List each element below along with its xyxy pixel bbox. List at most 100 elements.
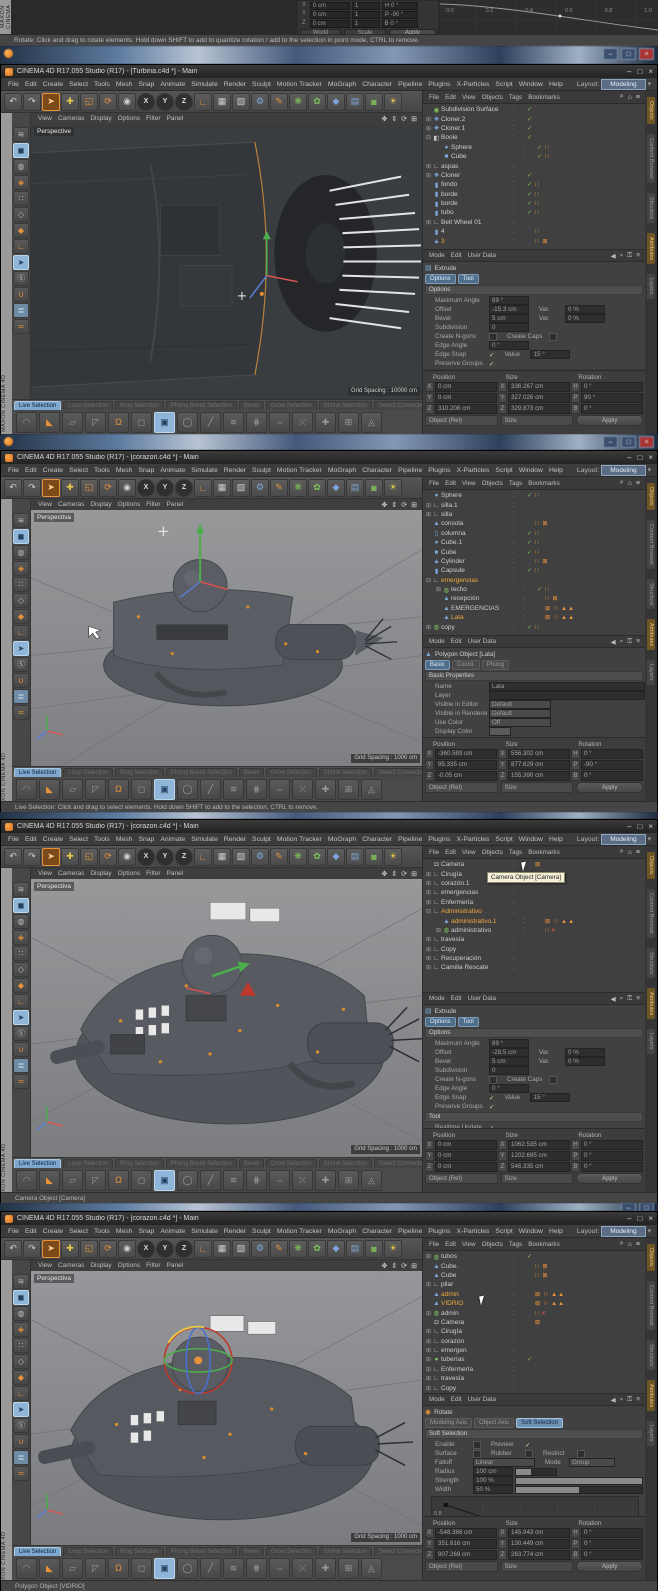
visibility-dots-icon[interactable]: ⁚ (513, 511, 527, 518)
expander-icon[interactable]: ⊟ (425, 134, 432, 141)
object-label[interactable]: Cloner.1 (441, 125, 513, 132)
tab-layers[interactable]: Layers (647, 1421, 655, 1446)
menu-item[interactable]: Character (359, 836, 395, 843)
modeling-tool-icon[interactable]: ╱ (200, 1169, 221, 1191)
object-row[interactable]: ◘ Camera ⁚ ⊠ (423, 860, 645, 869)
search-icon[interactable]: ⌕ (618, 479, 626, 487)
create-ngons-checkbox[interactable] (489, 1075, 497, 1084)
visibility-dots-icon[interactable]: ⁚ (513, 181, 527, 188)
selection-tab[interactable]: Bevel (238, 1547, 264, 1556)
object-tags[interactable]: ∷ (535, 209, 540, 216)
light-icon[interactable]: ☀ (384, 478, 402, 497)
object-label[interactable]: Administrativo (441, 908, 513, 915)
menu-item[interactable]: Character (359, 81, 395, 88)
object-label[interactable]: Cloner (441, 172, 513, 179)
object-label[interactable]: silla (441, 511, 513, 518)
modeling-tool-icon[interactable]: ◸ (85, 411, 106, 433)
settings-icon[interactable]: ≡ (634, 995, 642, 1002)
size-z-field[interactable]: 155.390 cm (508, 771, 570, 781)
visibility-dots-icon[interactable]: ⁚ (513, 1347, 527, 1354)
enabled-check-icon[interactable]: ✓ (537, 144, 545, 151)
menu-item[interactable]: Motion Tracker (274, 1228, 325, 1235)
maximum-angle-field[interactable]: 89 ° (489, 296, 529, 305)
modeling-tool-icon[interactable]: ◻ (131, 778, 152, 800)
object-row[interactable]: ▲ Cube. ⁚ ∷ ⊠ (423, 1261, 645, 1270)
magnet-icon[interactable]: ∪ (13, 287, 29, 302)
model-mode-icon[interactable]: ◼ (13, 143, 29, 158)
menu-item[interactable]: File (5, 836, 22, 843)
object-tags[interactable]: ∷ ⊠ (535, 1272, 549, 1279)
menu-item[interactable]: Script (492, 1228, 515, 1235)
search-icon[interactable]: ⌕ (618, 848, 626, 856)
om-menu-item[interactable]: Edit (442, 480, 459, 487)
undo-icon[interactable]: ↶ (4, 847, 22, 866)
array-icon[interactable]: ▤ (346, 847, 364, 866)
camera-icon[interactable]: ◙ (365, 92, 383, 111)
settings-icon[interactable]: ≡ (634, 252, 642, 259)
move-icon[interactable]: ✚ (61, 478, 79, 497)
lock-z-icon[interactable]: Z (175, 847, 193, 866)
modeling-tool-icon[interactable]: ⇔ (269, 1557, 290, 1579)
preserve-groups-check-icon[interactable]: ✓ (489, 1103, 494, 1111)
redo-icon[interactable]: ↷ (23, 92, 41, 111)
tab-attributes[interactable]: Attributes (647, 987, 655, 1020)
array-icon[interactable]: ▤ (346, 92, 364, 111)
modeling-tool-icon[interactable]: ◻ (131, 1557, 152, 1579)
model-mode-icon[interactable]: ◼ (13, 1290, 29, 1305)
om-menu-item[interactable]: File (426, 849, 442, 856)
scale-icon[interactable]: ◱ (80, 478, 98, 497)
lock-z-icon[interactable]: Z (175, 92, 193, 111)
size-y-field[interactable]: 877.629 cm (508, 760, 570, 770)
modeling-tool-icon[interactable]: ◻ (131, 1169, 152, 1191)
live-selection-icon[interactable]: ➤ (42, 92, 60, 111)
object-row[interactable]: ▲ Cube ⁚ ∷ ⊠ (423, 1271, 645, 1280)
create-ngons-checkbox[interactable] (489, 332, 497, 341)
viewport-menu-item[interactable]: Cameras (55, 115, 87, 122)
menu-item[interactable]: Character (359, 467, 395, 474)
simulate-icon[interactable]: ◆ (327, 478, 345, 497)
selection-tab[interactable]: Grow Selection (265, 768, 317, 777)
object-tags[interactable]: ∷ (535, 624, 540, 631)
modeling-tool-icon[interactable]: ╱ (200, 411, 221, 433)
material-icon[interactable]: ✎ (270, 1239, 288, 1258)
expander-icon[interactable]: ⊞ (425, 936, 432, 943)
object-tags[interactable]: ∷ ⊠ (535, 1263, 549, 1270)
enabled-check-icon[interactable]: ✓ (527, 1356, 535, 1363)
snap-icon[interactable]: Ⓢ (13, 271, 29, 286)
object-row[interactable]: ⊞ ◍ tubos ⁚ ✓ (423, 1252, 645, 1261)
object-label[interactable]: copy (441, 624, 513, 631)
selection-tab[interactable]: Bevel (238, 1159, 264, 1168)
expander-icon[interactable]: ⊟ (425, 577, 432, 584)
menu-item[interactable]: Mesh (113, 836, 136, 843)
rotate-icon[interactable]: ⟳ (99, 847, 117, 866)
expander-icon[interactable]: ⊞ (425, 889, 432, 896)
expander-icon[interactable]: ⊞ (425, 1385, 432, 1392)
object-row[interactable]: ◉ Subdivision Surface ⁚ ✓ (423, 105, 645, 114)
object-label[interactable]: administrativo (451, 927, 523, 934)
object-label[interactable]: pilar (441, 1281, 513, 1288)
position-x-field[interactable]: -360.589 cm (435, 749, 497, 759)
texture-mode-icon[interactable]: ◍ (13, 1306, 29, 1321)
section-header[interactable]: Options (425, 1028, 643, 1038)
object-row[interactable]: ⊞ ◍ copy ⁚ ✓ ∷ (423, 622, 645, 632)
workplane-icon[interactable]: ∟ (194, 92, 212, 111)
width-slider[interactable] (515, 1485, 643, 1494)
om-menu-item[interactable]: Bookmarks (525, 849, 563, 856)
tweak-mode-icon[interactable]: ➤ (13, 255, 29, 270)
om-menu-item[interactable]: File (426, 1241, 442, 1248)
menu-item[interactable]: Snap (135, 1228, 157, 1235)
om-menu-item[interactable]: Tags (506, 480, 525, 487)
om-menu-item[interactable]: Bookmarks (525, 94, 563, 101)
uv-mode-icon[interactable]: ◈ (13, 930, 29, 945)
object-row[interactable]: ▲ consola ⁚ ∷ ⊠ (423, 519, 645, 528)
modeling-tool-icon[interactable]: ⊞ (338, 1557, 359, 1579)
viewport-menu-item[interactable]: Display (87, 115, 114, 122)
viewport-menu-item[interactable]: Cameras (55, 501, 87, 508)
mograph-icon[interactable]: ✿ (308, 1239, 326, 1258)
pan-view-icon[interactable]: ✥ (380, 501, 390, 509)
modeling-tool-icon[interactable]: ◬ (361, 411, 382, 433)
rotation-p-field[interactable]: 90 ° (581, 393, 643, 403)
object-tags[interactable]: ∷ ⊠ (545, 595, 559, 602)
workplane-icon[interactable]: ∟ (194, 1239, 212, 1258)
object-label[interactable]: Copy (441, 946, 513, 953)
